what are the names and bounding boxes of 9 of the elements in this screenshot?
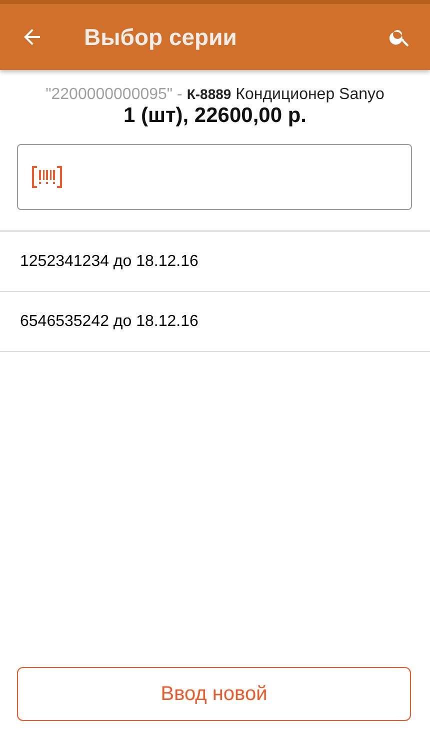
barcode-scan-icon: [32, 166, 62, 188]
screen-title: Выбор серии: [84, 24, 238, 50]
barcode-input-field[interactable]: [17, 144, 412, 210]
product-name: Кондиционер Sanyo: [236, 86, 384, 103]
barcode-text: "2200000000095" -: [46, 86, 182, 103]
quantity-price: 1 (шт), 22600,00 р.: [123, 104, 307, 127]
series-item[interactable]: 6546535242 до 18.12.16: [0, 292, 430, 352]
series-item[interactable]: 1252341234 до 18.12.16: [0, 232, 430, 292]
article-code: К-8889: [186, 86, 232, 102]
